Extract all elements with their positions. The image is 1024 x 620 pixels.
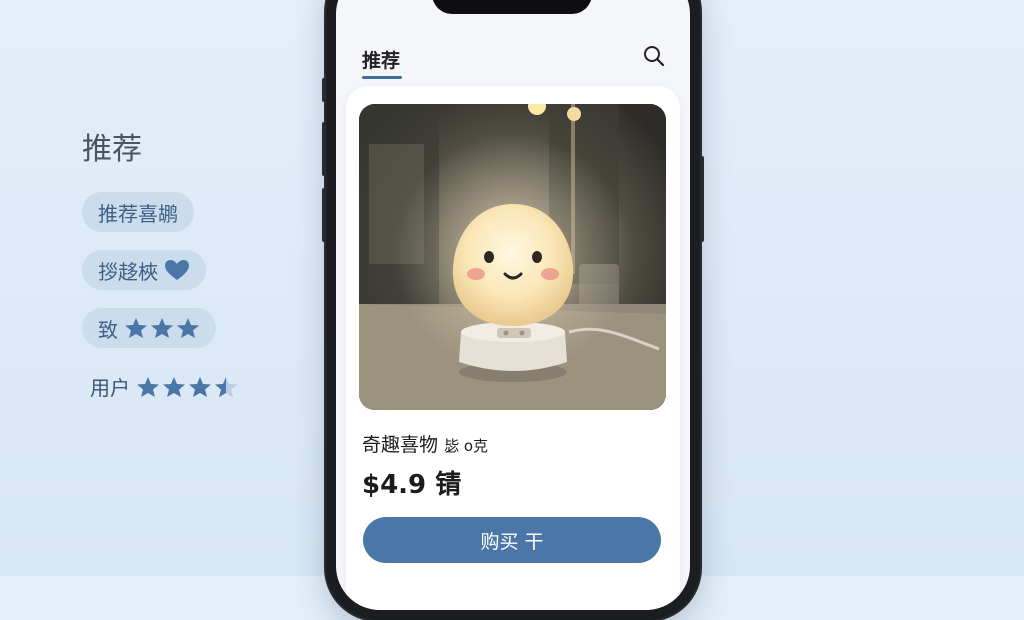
star-icon [176, 317, 200, 339]
heart-icon [164, 259, 190, 281]
star-icon [162, 376, 186, 398]
search-button[interactable] [640, 44, 668, 72]
app-bar: 推荐 [336, 34, 690, 86]
buy-button[interactable]: 购买 干 [363, 517, 661, 563]
star-icon [150, 317, 174, 339]
search-icon [642, 44, 666, 72]
half-star-icon [214, 376, 238, 398]
phone-frame: 推荐 奇趣喜物 毖 o克 $4.9 锖 购买 干 [322, 0, 704, 620]
rating-label: 用户 [90, 376, 130, 400]
star-icon [136, 376, 160, 398]
pill-rating[interactable]: 致 [82, 308, 216, 348]
product-title-main: 奇趣喜物 [362, 434, 439, 456]
user-star-rating [136, 376, 238, 398]
pill-label: 拶趍梜 [98, 259, 158, 284]
product-title: 奇趣喜物 毖 o克 [362, 430, 488, 457]
pill-label: 推荐喜鹕 [98, 201, 178, 226]
product-card[interactable]: 奇趣喜物 毖 o克 $4.9 锖 购买 干 [346, 86, 680, 610]
mute-switch [322, 78, 326, 102]
product-price: $4.9 锖 [362, 470, 462, 500]
star-rating [124, 317, 200, 339]
volume-down-button [322, 188, 326, 242]
tab-recommend[interactable]: 推荐 [362, 46, 400, 73]
user-rating: 用户 [90, 372, 238, 401]
power-button [700, 156, 704, 242]
star-icon [188, 376, 212, 398]
tab-underline [362, 76, 402, 79]
product-image[interactable] [359, 104, 666, 410]
star-icon [124, 317, 148, 339]
phone-screen: 推荐 奇趣喜物 毖 o克 $4.9 锖 购买 干 [336, 0, 690, 610]
pill-favorite[interactable]: 拶趍梜 [82, 250, 206, 290]
product-title-sub: 毖 o克 [444, 437, 489, 455]
side-title: 推荐 [82, 132, 142, 167]
notch [432, 0, 592, 14]
volume-up-button [322, 122, 326, 176]
pill-label: 致 [98, 317, 118, 342]
pill-recommend[interactable]: 推荐喜鹕 [82, 192, 194, 232]
